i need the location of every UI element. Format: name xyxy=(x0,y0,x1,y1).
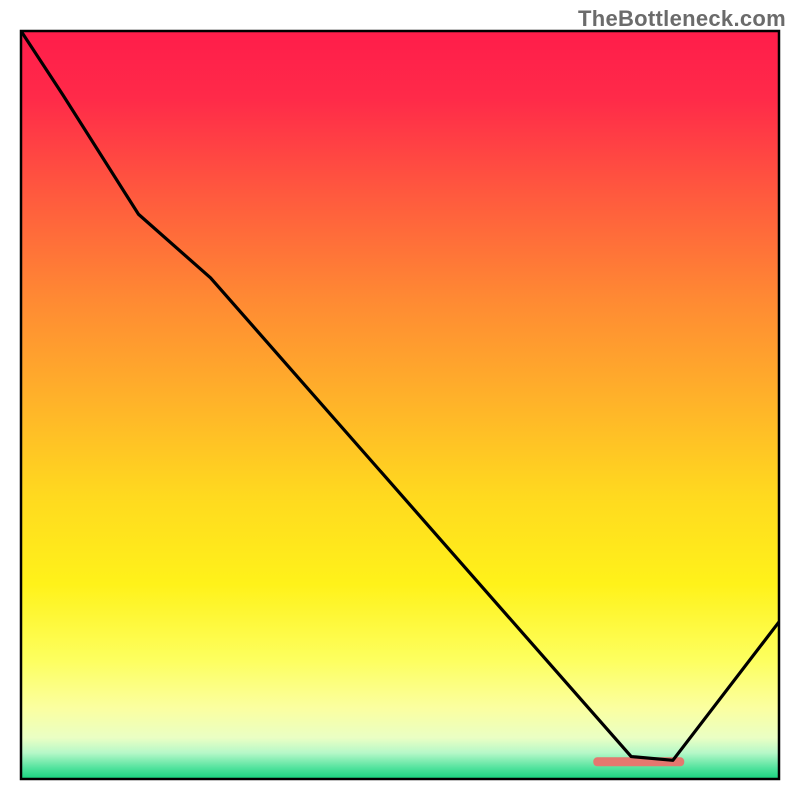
chart-stage: TheBottleneck.com xyxy=(0,0,800,800)
chart-svg xyxy=(0,0,800,800)
gradient-background xyxy=(21,31,779,779)
